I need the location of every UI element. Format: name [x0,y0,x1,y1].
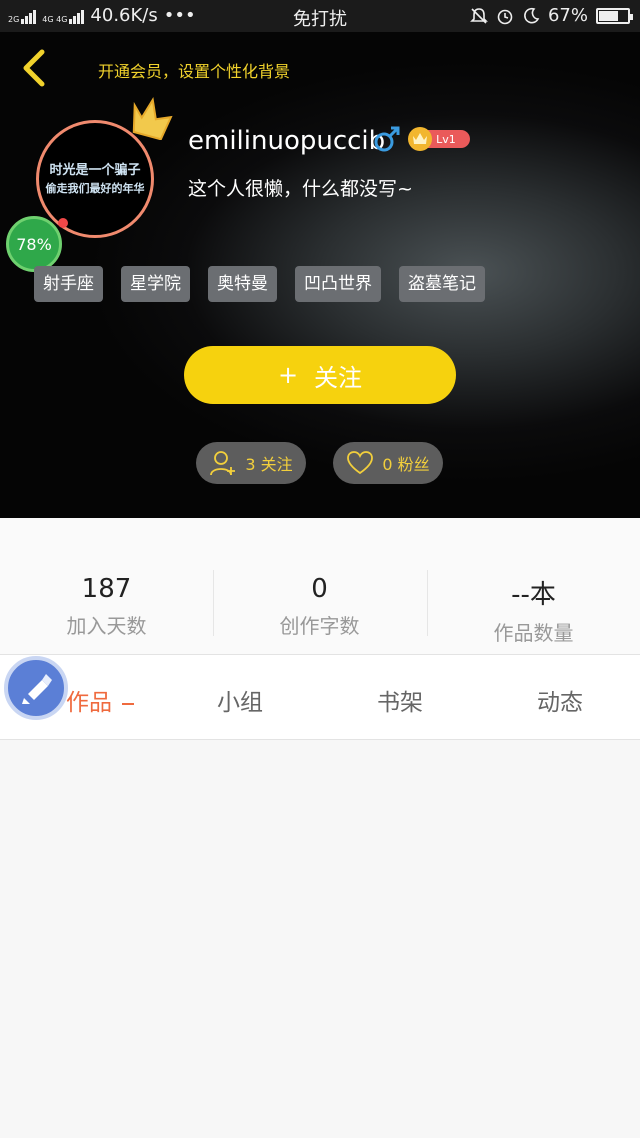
tab-activity[interactable]: 动态 [480,683,640,717]
battery-icon [596,7,633,24]
stat-label: 作品数量 [493,621,574,645]
stat-label: 创作字数 [279,614,360,638]
tag-item[interactable]: 星学院 [121,266,190,302]
status-bar: 2G 4G 4G 40.6K/s ••• 免打扰 67% [0,0,640,32]
stats-bar: 187 加入天数 0 创作字数 --本 作品数量 [0,518,640,654]
battery-percent: 67% [547,5,588,26]
notification-dot [58,218,68,228]
interest-tags: 射手座 星学院 奥特曼 凹凸世界 盗墓笔记 [34,266,485,302]
tab-label: 作品 [66,690,112,716]
tag-item[interactable]: 凹凸世界 [295,266,381,302]
alarm-icon [497,9,513,24]
bio: 这个人很懒，什么都没写~ [188,178,413,200]
avatar-text-line1: 时光是一个骗子 [49,163,141,178]
stat-join-days: 187 加入天数 [0,574,213,639]
tag-item[interactable]: 盗墓笔记 [399,266,485,302]
username: emilinuopuccib [188,126,386,156]
tag-item[interactable]: 奥特曼 [208,266,277,302]
fans-count: 0 粉丝 [382,455,430,474]
tab-bar: 作品 小组 书架 动态 [0,654,640,740]
male-gender-icon [374,126,400,152]
bell-off-icon [470,7,488,24]
tab-groups[interactable]: 小组 [160,683,320,717]
brush-icon [22,674,52,704]
stat-divider [213,570,214,636]
tab-bookshelf[interactable]: 书架 [320,683,480,717]
floating-brush-button[interactable] [4,656,68,720]
tab-indicator [122,702,134,705]
following-count: 3 关注 [245,455,293,474]
follow-button[interactable]: + 关注 [184,346,456,404]
follow-label: 关注 [314,363,363,392]
avatar-text-line2: 偷走我们最好的年华 [45,182,145,195]
stat-value: 0 [311,574,328,604]
back-chevron-icon[interactable] [18,48,48,88]
vip-background-link[interactable]: 开通会员，设置个性化背景 [98,58,290,82]
plus-icon: + [277,361,299,389]
stat-value: --本 [511,580,556,610]
progress-badge: 78% [6,216,62,272]
tag-item[interactable]: 射手座 [34,266,103,302]
heart-icon [347,451,374,475]
stat-value: 187 [81,574,132,604]
fans-pill[interactable]: 0 粉丝 [333,442,443,484]
add-user-icon [210,451,236,476]
following-pill[interactable]: 3 关注 [196,442,306,484]
level-badge: Lv1 [408,127,470,151]
crown-icon [132,97,173,140]
stat-works: --本 作品数量 [427,574,640,646]
level-text: Lv1 [436,133,456,146]
stat-divider [427,570,428,636]
moon-icon [524,7,540,23]
stat-word-count: 0 创作字数 [213,574,426,639]
stat-label: 加入天数 [66,614,147,638]
